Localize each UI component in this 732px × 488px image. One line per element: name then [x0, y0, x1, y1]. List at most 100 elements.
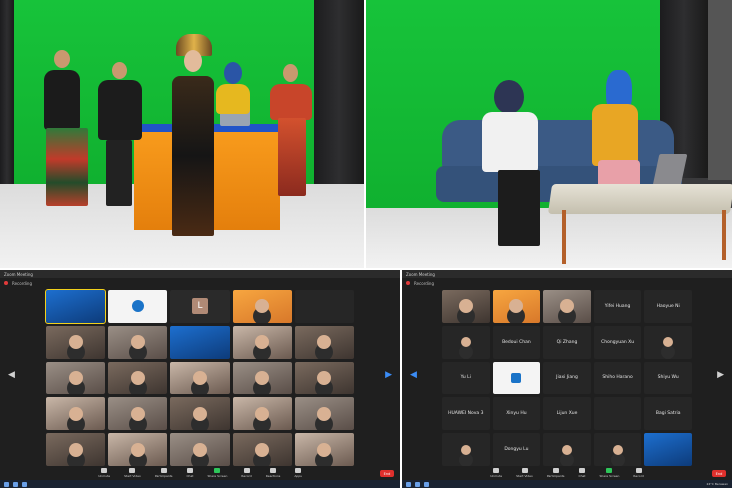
- participant-tile[interactable]: [442, 325, 490, 359]
- share-screen-icon: [606, 468, 613, 473]
- prev-page-arrow-icon[interactable]: ◀: [410, 370, 417, 380]
- participant-tile[interactable]: [294, 290, 354, 323]
- participant-name: Shiyu Wu: [657, 375, 679, 381]
- toolbar-label: Start Video: [124, 474, 141, 478]
- participant-tile[interactable]: Jiaxi Jiang: [543, 361, 591, 395]
- participant-tile[interactable]: L: [170, 290, 230, 323]
- participant-tile[interactable]: Dongyu Lu: [492, 433, 541, 466]
- apps-icon: [295, 468, 302, 473]
- toolbar-label: Share Screen: [599, 474, 620, 478]
- recording-indicator: Recording: [0, 278, 400, 288]
- participant-tile[interactable]: [593, 433, 642, 466]
- next-page-arrow-icon[interactable]: ▶: [717, 370, 724, 380]
- taskbar-app-icon[interactable]: [415, 481, 420, 487]
- next-page-arrow-icon[interactable]: ▶: [385, 370, 392, 380]
- participant-tile[interactable]: Shiyu Wu: [644, 361, 692, 395]
- participant-face: [255, 370, 270, 385]
- participant-tile[interactable]: [232, 325, 292, 359]
- taskbar-app-icon[interactable]: [13, 481, 18, 487]
- participant-tile[interactable]: [170, 325, 230, 359]
- participant-name: Bagi Satria: [655, 411, 681, 417]
- record-button[interactable]: Record: [241, 468, 252, 478]
- participant-tile[interactable]: Qi Zhang: [543, 325, 591, 359]
- participant-tile[interactable]: [644, 433, 692, 466]
- participant-tile[interactable]: [108, 433, 168, 466]
- participant-tile[interactable]: Yifei Huang: [593, 290, 642, 323]
- mute-button[interactable]: Unmute: [98, 468, 110, 478]
- share-screen-button[interactable]: Share Screen: [599, 468, 619, 478]
- participant-tile[interactable]: [108, 397, 168, 431]
- participant-tile[interactable]: [294, 433, 354, 466]
- meeting-toolbar: Unmute Start Video Participants Chat Sha…: [0, 466, 400, 480]
- participant-tile[interactable]: [442, 290, 490, 323]
- start-video-button[interactable]: Start Video: [516, 468, 533, 478]
- participant-tile[interactable]: [46, 433, 106, 466]
- participant-tile[interactable]: [232, 361, 292, 395]
- taskbar-app-icon[interactable]: [424, 481, 429, 487]
- end-meeting-button[interactable]: End: [380, 470, 394, 477]
- reactions-button[interactable]: Reactions: [266, 468, 280, 478]
- participant-tile[interactable]: Bedoui Chan: [492, 325, 541, 359]
- participant-face: [255, 406, 270, 421]
- participant-tile[interactable]: [543, 433, 591, 466]
- participant-tile[interactable]: [492, 290, 541, 323]
- participants-button[interactable]: Participants: [155, 468, 172, 478]
- apps-button[interactable]: Apps: [294, 468, 302, 478]
- participant-tile[interactable]: [442, 433, 490, 466]
- chat-button[interactable]: Chat: [578, 468, 585, 478]
- start-video-button[interactable]: Start Video: [124, 468, 141, 478]
- logo-icon: [511, 372, 522, 383]
- participant-face: [663, 337, 674, 348]
- prev-page-arrow-icon[interactable]: ◀: [8, 370, 15, 380]
- mute-button[interactable]: Unmute: [490, 468, 502, 478]
- participant-tile[interactable]: [46, 397, 106, 431]
- participant-tile[interactable]: [108, 290, 168, 323]
- windows-start-icon[interactable]: [4, 481, 9, 487]
- participant-tile[interactable]: [492, 361, 541, 395]
- participants-button[interactable]: Participants: [547, 468, 564, 478]
- people-icon: [552, 468, 559, 473]
- participant-tile[interactable]: [593, 397, 642, 431]
- participant-tile[interactable]: [170, 433, 230, 466]
- people-icon: [160, 468, 167, 473]
- participant-tile[interactable]: [294, 325, 354, 359]
- participant-tile[interactable]: [232, 433, 292, 466]
- participant-tile[interactable]: [170, 361, 230, 395]
- left-curtain: [0, 0, 14, 208]
- record-button[interactable]: Record: [633, 468, 644, 478]
- participant-face: [317, 442, 332, 457]
- chat-button[interactable]: Chat: [186, 468, 193, 478]
- toolbar-label: Chat: [186, 474, 194, 478]
- participant-tile[interactable]: Haoyue Ni: [644, 290, 692, 323]
- participant-face: [68, 370, 83, 385]
- participant-tile[interactable]: HUAWEI Nova 3: [442, 397, 490, 431]
- participant-tile[interactable]: [44, 289, 107, 324]
- participant-tile[interactable]: Xinyu Hu: [492, 397, 541, 431]
- share-screen-icon: [214, 468, 221, 473]
- participant-tile[interactable]: Shiho Harano: [593, 361, 642, 395]
- windows-start-icon[interactable]: [406, 481, 411, 487]
- participant-tile[interactable]: [543, 290, 591, 323]
- coffee-table: [547, 184, 732, 214]
- participant-tile[interactable]: [46, 361, 106, 395]
- participant-tile[interactable]: Lijun Xue: [543, 397, 591, 431]
- participant-tile[interactable]: [108, 361, 168, 395]
- share-screen-button[interactable]: Share Screen: [207, 468, 227, 478]
- participant-tile[interactable]: [46, 325, 106, 359]
- taskbar-app-icon[interactable]: [22, 481, 27, 487]
- participant-tile[interactable]: Chongyuan Xu: [593, 325, 642, 359]
- end-meeting-button[interactable]: End: [712, 470, 726, 477]
- participant-tile[interactable]: [232, 290, 292, 323]
- participant-face: [192, 370, 207, 385]
- participant-tile[interactable]: [644, 325, 692, 359]
- toolbar-label: Chat: [578, 474, 586, 478]
- participant-tile[interactable]: [294, 361, 354, 395]
- participant-tile[interactable]: Yu Li: [442, 361, 490, 395]
- participant-face: [130, 406, 145, 421]
- participant-tile[interactable]: Bagi Satria: [644, 397, 692, 431]
- participant-face: [130, 370, 145, 385]
- participant-tile[interactable]: [294, 397, 354, 431]
- participant-tile[interactable]: [232, 397, 292, 431]
- participant-tile[interactable]: [108, 325, 168, 359]
- participant-tile[interactable]: [170, 397, 230, 431]
